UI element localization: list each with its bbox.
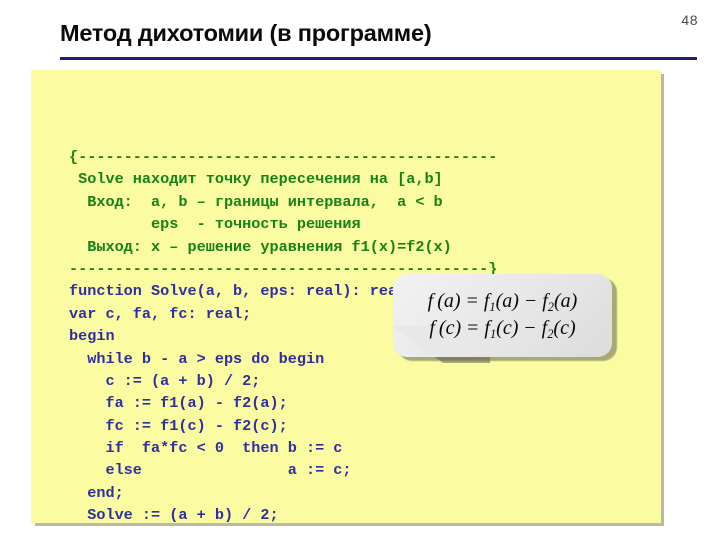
code-line: Solve := (a + b) / 2; [69, 506, 279, 523]
code-line: Solve находит точку пересечения на [a,b] [69, 170, 443, 189]
code-line: fc := f1(c) - f2(c); [69, 416, 288, 435]
code-line: if fa*fc < 0 then b := c [69, 439, 343, 458]
code-line: eps - точность решения [69, 215, 361, 234]
title-divider [60, 57, 697, 60]
page-title: Метод дихотомии (в программе) [60, 20, 432, 46]
code-line: else a := c; [69, 461, 352, 480]
formula-list: f (a) = f1(a) − f2(a) f (c) = f1(c) − f2(… [393, 274, 612, 357]
formula-line: f (a) = f1(a) − f2(a) [427, 289, 578, 314]
formula-line: f (c) = f1(c) − f2(c) [429, 316, 576, 341]
slide-number: 48 [681, 12, 698, 28]
code-line: Вход: a, b – границы интервала, a < b [69, 192, 443, 211]
slide-canvas: 48 Метод дихотомии (в программе) {------… [0, 0, 720, 540]
code-line: {---------------------------------------… [69, 148, 498, 166]
code-line: Выход: x – решение уравнения f1(x)=f2(x) [69, 237, 452, 256]
code-line: end; [69, 483, 124, 502]
code-line: c := (a + b) / 2; [69, 371, 261, 390]
code-line: fa := f1(a) - f2(a); [69, 394, 288, 413]
formula-callout: f (a) = f1(a) − f2(a) f (c) = f1(c) − f2(… [391, 271, 621, 366]
